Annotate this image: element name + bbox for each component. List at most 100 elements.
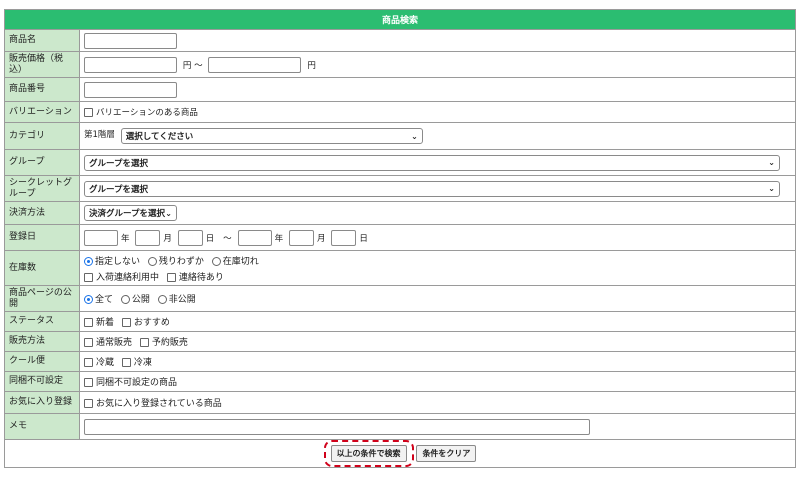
label-secret-group: シークレットグループ	[4, 175, 80, 202]
label-category: カテゴリ	[4, 122, 80, 150]
label-cool: クール便	[4, 351, 80, 372]
label-bundle: 同梱不可設定	[4, 371, 80, 392]
checkbox-icon	[139, 338, 149, 347]
payment-select[interactable]: 決済グループを選択 ⌄	[84, 205, 177, 221]
label-price: 販売価格（税込）	[4, 51, 80, 78]
price-from-unit: 円 ～	[182, 60, 203, 71]
stock-radio-few-label: 残りわずか	[158, 256, 204, 267]
date-range-tilde: ～	[223, 233, 232, 244]
price-from-input[interactable]	[84, 56, 177, 73]
checkbox-icon	[166, 272, 176, 282]
status-checkbox-recommend-label: おすすめ	[133, 318, 170, 328]
label-stock: 在庫数	[4, 250, 80, 286]
checkbox-icon	[121, 358, 131, 367]
checkbox-icon	[84, 318, 93, 327]
stock-checkbox-waiting-label: 連絡待あり	[178, 272, 224, 283]
label-status: ステータス	[4, 311, 80, 332]
label-sales-method: 販売方法	[4, 331, 80, 352]
radio-selected-icon	[84, 295, 93, 304]
publish-radio-all[interactable]: 全て	[84, 292, 113, 305]
stock-radio-out[interactable]: 在庫切れ	[211, 254, 259, 267]
checkbox-icon	[84, 358, 93, 367]
stock-radio-none-label: 指定しない	[95, 256, 141, 267]
label-variation: バリエーション	[4, 101, 80, 123]
chevron-down-icon: ⌄	[768, 158, 775, 167]
price-to-input[interactable]	[208, 56, 302, 73]
category-select[interactable]: 選択してください ⌄	[120, 128, 423, 144]
group-select-value: グループを選択	[89, 158, 148, 169]
chevron-down-icon: ⌄	[411, 131, 418, 141]
label-favorite: お気に入り登録	[4, 391, 80, 414]
variation-checkbox[interactable]	[84, 107, 93, 117]
clear-button[interactable]: 条件をクリア	[416, 445, 477, 462]
secret-group-select-value: グループを選択	[89, 184, 148, 195]
date-to-year-input[interactable]	[237, 229, 272, 246]
search-table: 商品検索 商品名 販売価格（税込） 円 ～ 円 商品番号 バリエーション バリエ…	[4, 9, 796, 468]
status-checkbox-new[interactable]: 新着	[84, 315, 114, 328]
date-from-day-input[interactable]	[177, 229, 203, 246]
sales-checkbox-reserve-label: 予約販売	[151, 338, 188, 348]
label-group: グループ	[4, 149, 80, 176]
checkbox-icon	[121, 318, 131, 327]
status-checkbox-recommend[interactable]: おすすめ	[121, 315, 170, 328]
secret-group-select[interactable]: グループを選択 ⌄	[84, 180, 780, 197]
cool-checkbox-frozen[interactable]: 冷凍	[121, 355, 152, 368]
publish-radio-private-label: 非公開	[168, 295, 196, 305]
date-to-day-input[interactable]	[331, 229, 357, 246]
price-to-unit: 円	[307, 60, 316, 71]
sales-checkbox-reserve[interactable]: 予約販売	[139, 335, 188, 348]
stock-radio-none[interactable]: 指定しない	[84, 254, 140, 267]
publish-radio-all-label: 全て	[95, 295, 114, 305]
date-from-day-unit: 日	[205, 233, 215, 244]
date-from-month-input[interactable]	[135, 229, 161, 246]
product-name-input[interactable]	[84, 32, 177, 49]
label-reg-date: 登録日	[4, 224, 80, 251]
date-to-month-input[interactable]	[288, 229, 314, 246]
checkbox-icon	[84, 399, 93, 408]
date-to-day-unit: 日	[359, 233, 368, 244]
bundle-checkbox[interactable]: 同梱不可設定の商品	[84, 375, 177, 388]
radio-selected-icon	[84, 256, 93, 266]
checkbox-icon	[84, 338, 93, 347]
search-button-highlight: 以上の条件で検索	[323, 440, 414, 467]
date-from-year-unit: 年	[121, 233, 130, 244]
label-product-name: 商品名	[4, 29, 80, 52]
favorite-checkbox[interactable]: お気に入り登録されている商品	[84, 396, 222, 409]
label-publish: 商品ページの公開	[4, 285, 80, 312]
variation-checkbox-label: バリエーションのある商品	[96, 108, 198, 118]
bundle-checkbox-label: 同梱不可設定の商品	[96, 378, 178, 388]
group-select[interactable]: グループを選択 ⌄	[84, 154, 780, 171]
date-to-month-unit: 月	[316, 233, 326, 244]
date-from-month-unit: 月	[163, 233, 172, 244]
search-form: 商品検索 商品名 販売価格（税込） 円 ～ 円 商品番号 バリエーション バリエ…	[4, 9, 796, 468]
label-payment: 決済方法	[4, 201, 80, 225]
publish-radio-private[interactable]: 非公開	[157, 292, 196, 305]
stock-radio-out-label: 在庫切れ	[222, 256, 259, 267]
radio-icon	[120, 295, 130, 304]
checkbox-icon	[84, 378, 93, 387]
status-checkbox-new-label: 新着	[96, 318, 115, 328]
publish-radio-public[interactable]: 公開	[120, 292, 150, 305]
sales-checkbox-normal[interactable]: 通常販売	[84, 335, 132, 348]
payment-select-value: 決済グループを選択	[89, 209, 165, 219]
search-button[interactable]: 以上の条件で検索	[330, 445, 407, 462]
favorite-checkbox-label: お気に入り登録されている商品	[96, 399, 222, 409]
category-select-value: 選択してください	[125, 132, 194, 142]
radio-icon	[211, 256, 221, 266]
category-level-label: 第1階層	[84, 130, 115, 140]
chevron-down-icon: ⌄	[768, 184, 775, 193]
date-to-year-unit: 年	[274, 233, 284, 244]
stock-radio-few[interactable]: 残りわずか	[147, 254, 204, 267]
checkbox-icon	[84, 272, 93, 282]
form-title: 商品検索	[4, 9, 796, 30]
radio-icon	[157, 295, 167, 304]
memo-input[interactable]	[84, 418, 590, 435]
stock-checkbox-waiting[interactable]: 連絡待あり	[166, 270, 224, 283]
label-memo: メモ	[4, 413, 80, 440]
date-from-year-input[interactable]	[84, 229, 118, 246]
stock-checkbox-restock[interactable]: 入荷連絡利用中	[84, 270, 159, 283]
publish-radio-public-label: 公開	[131, 295, 150, 305]
cool-checkbox-chilled-label: 冷蔵	[96, 358, 115, 368]
product-number-input[interactable]	[84, 81, 177, 98]
cool-checkbox-chilled[interactable]: 冷蔵	[84, 355, 114, 368]
